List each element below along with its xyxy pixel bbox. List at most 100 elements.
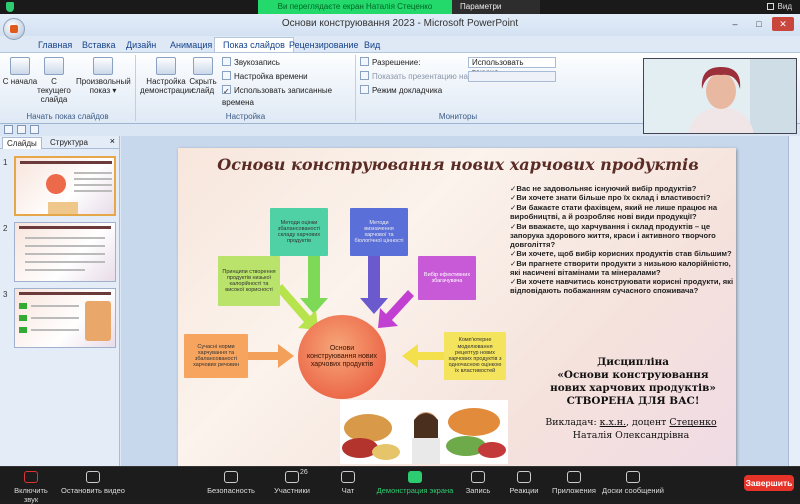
resolution-label: Разрешение: [360,57,420,69]
tab-view[interactable]: Вид [356,38,388,52]
rehearse-timings-button[interactable]: Настройка времени [222,71,308,83]
discipline-name: «Основи конструювання нових харчових про… [550,369,716,394]
hide-slide-icon [193,57,213,75]
resolution-dropdown[interactable]: Использовать текуще... [468,57,556,77]
view-button[interactable]: Вид [766,0,792,14]
tab-design[interactable]: Дизайн [118,38,164,52]
thumb-check [19,327,27,333]
share-screen-button[interactable]: Демонстрация экрана [374,471,456,495]
camera-icon [86,471,100,483]
tab-animation[interactable]: Анимация [162,38,220,52]
center-circle: Основи конструювання нових харчових прод… [298,315,386,399]
thumb-image [48,202,78,214]
question-item: ✓Ви хочете навчитись конструювати корисн… [510,277,734,296]
whiteboards-button[interactable]: Доски сообщений [602,471,664,495]
mute-button[interactable]: Включить звук [6,471,56,504]
thumb-text [31,317,79,319]
thumb-title [19,292,111,295]
question-item: ✓Ви вважаєте, що харчування і склад прод… [510,221,716,249]
setup-icon [156,57,176,75]
tab-home[interactable]: Главная [30,38,80,52]
maximize-icon[interactable]: □ [748,17,770,31]
reactions-button[interactable]: Реакции [506,471,542,495]
discipline-label: Дисципліна [597,356,669,368]
thumb-title [19,226,111,229]
close-pane-icon[interactable]: × [110,136,115,146]
share-screen-icon [408,471,422,483]
thumb-text [74,172,112,174]
tab-outline[interactable]: Структура [46,137,92,149]
group-label: Начать показ слайдов [26,112,109,121]
custom-show-icon [93,57,113,75]
presenter-view-checkbox[interactable]: Режим докладчика [360,85,442,97]
box-low-calorie: Принципи створення продуктів низької кал… [218,256,280,306]
arrow-right [402,344,448,368]
use-timings-checkbox[interactable]: ✓ Использовать записанные времена [222,85,355,107]
save-icon[interactable] [4,125,13,134]
vertical-scrollbar[interactable] [788,136,800,466]
slide-thumbnail[interactable] [14,222,116,282]
slide-thumbnail[interactable] [14,288,116,348]
participant-video[interactable] [643,58,797,134]
hide-slide-button[interactable]: Скрыть слайд [188,57,218,95]
stop-video-button[interactable]: Остановить видео [60,471,126,495]
monitor-icon [360,57,369,66]
grid-icon [766,3,774,10]
box-modeling: Комп'ютерне моделювання рецептур нових х… [444,332,506,380]
slide-thumbnail[interactable] [14,156,116,216]
minimize-icon[interactable]: – [724,17,746,31]
question-item: ✓Ви хочете знати більше про їх склад і в… [510,193,711,203]
from-current-button[interactable]: С текущего слайда [34,57,74,104]
tab-review[interactable]: Рецензирование [281,38,367,52]
view-options-button[interactable]: Параметри перегляду [452,0,540,25]
tab-insert[interactable]: Вставка [74,38,123,52]
question-item: ✓Ви хочете, щоб вибір корисних продуктів… [510,249,732,259]
redo-icon[interactable] [30,125,39,134]
box-enrichers: Вибір ефективних збагачувача [418,256,476,300]
people-icon [285,471,299,483]
chat-button[interactable]: Чат [336,471,360,495]
share-banner-text: Ви переглядаєте екран Наталія Стеценко [258,0,452,14]
undo-icon[interactable] [17,125,26,134]
microphone-off-icon [24,471,38,483]
security-button[interactable]: Безопасность [204,471,258,495]
slides-pane: Слайды Структура × 1 2 3 [0,136,120,466]
title-bar: Основи конструювання 2023 - Microsoft Po… [0,14,800,36]
group-monitors: Разрешение: Использовать текуще... Показ… [356,55,560,121]
slide-thumbnail-row[interactable]: 1 [0,156,120,218]
emoji-icon [517,471,531,483]
record-button[interactable]: Запись [462,471,494,495]
thumb-text [25,261,105,263]
share-banner: Ви переглядаєте екран Наталія Стеценко П… [258,0,540,25]
slide-thumbnail-row[interactable]: 3 [0,288,120,350]
question-item: ✓Ви бажаєте стати фахівцем, який не лише… [510,202,718,222]
close-icon[interactable]: ✕ [772,17,794,31]
slideshow-start-icon [10,57,30,75]
record-icon [471,471,485,483]
show-on-label: Показать презентацию на: [360,71,470,83]
window-controls: – □ ✕ [724,17,794,31]
end-meeting-button[interactable]: Завершить [744,475,794,491]
apps-button[interactable]: Приложения [550,471,598,495]
shield-icon [224,471,238,483]
pane-tabs: Слайды Структура × [0,136,119,149]
thumb-text [74,190,112,192]
thumb-text [25,253,105,255]
chat-icon [341,471,355,483]
setup-show-button[interactable]: Настройка демонстрации [140,57,194,95]
slideshow-current-icon [44,57,64,75]
thumb-text [74,178,112,180]
whiteboard-icon [626,471,640,483]
slide-thumbnail-row[interactable]: 2 [0,222,120,284]
custom-show-button[interactable]: Произвольный показ ▾ [76,57,131,95]
ribbon-tabs: Главная Вставка Дизайн Анимация Показ сл… [0,36,800,53]
group-label: Настройка [225,112,266,121]
show-on-dropdown[interactable] [468,71,556,82]
record-narration-button[interactable]: Звукозапись [222,57,280,69]
office-button[interactable] [3,18,25,40]
slide-editor: Основи конструювання нових харчових прод… [121,136,800,466]
zoom-top-bar: Ви переглядаєте екран Наталія Стеценко П… [0,0,800,25]
arrow-left [248,344,294,368]
microphone-icon [222,57,231,66]
tab-slides[interactable]: Слайды [2,137,42,149]
